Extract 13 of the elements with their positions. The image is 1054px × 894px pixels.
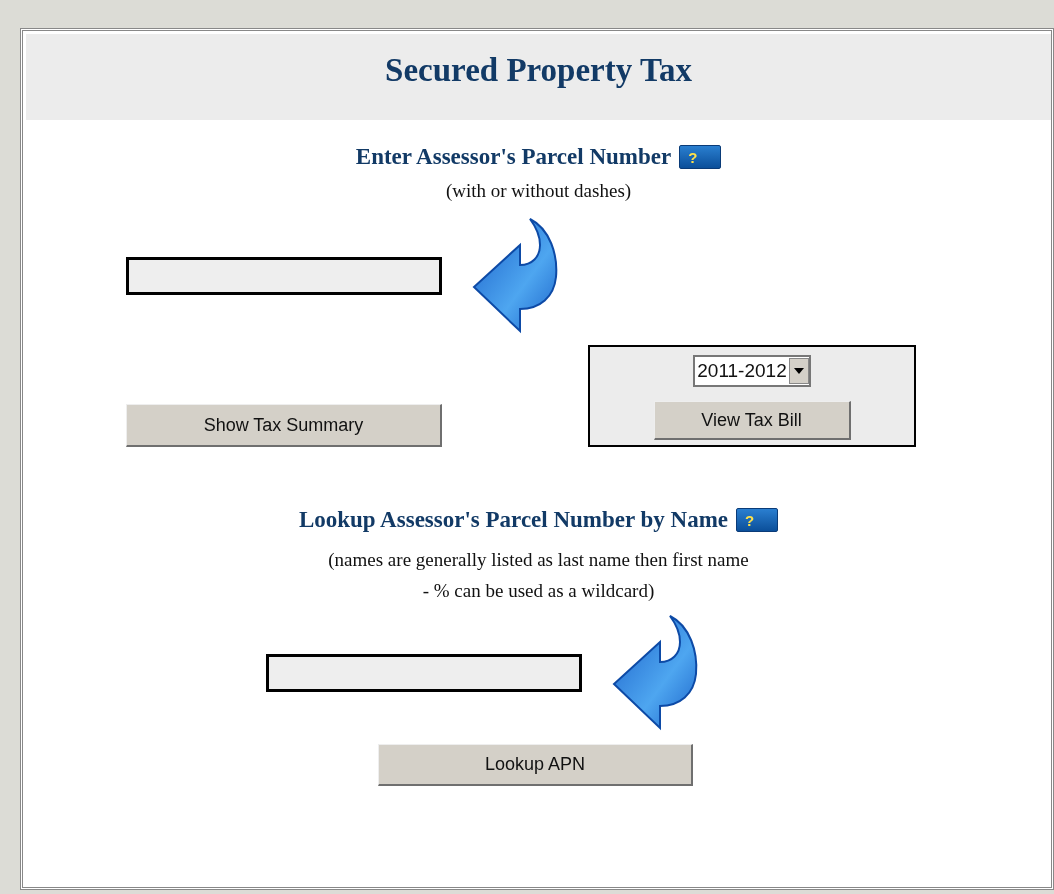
help-icon[interactable]: ?	[736, 508, 779, 533]
page-title: Secured Property Tax	[385, 51, 692, 91]
hint-text: (names are generally listed as last name then first name - % can be used as a wildcard)	[328, 547, 749, 603]
year-select[interactable]: 2011-2012	[693, 355, 811, 387]
section-heading: Enter Assessor's Parcel Number	[355, 143, 672, 171]
name-field[interactable]	[266, 653, 582, 692]
hint-text: (with or without dashes)	[445, 178, 632, 203]
help-icon[interactable]: ?	[679, 145, 722, 170]
section-heading: Lookup Assessor's Parcel Number by Name	[298, 506, 729, 534]
parcel-number-field[interactable]	[126, 257, 442, 295]
view-tax-bill-button[interactable]: View Tax Bill	[653, 401, 851, 440]
show-tax-summary-button[interactable]: Show Tax Summary	[126, 404, 442, 447]
lookup-apn-button[interactable]: Lookup APN	[378, 743, 693, 786]
